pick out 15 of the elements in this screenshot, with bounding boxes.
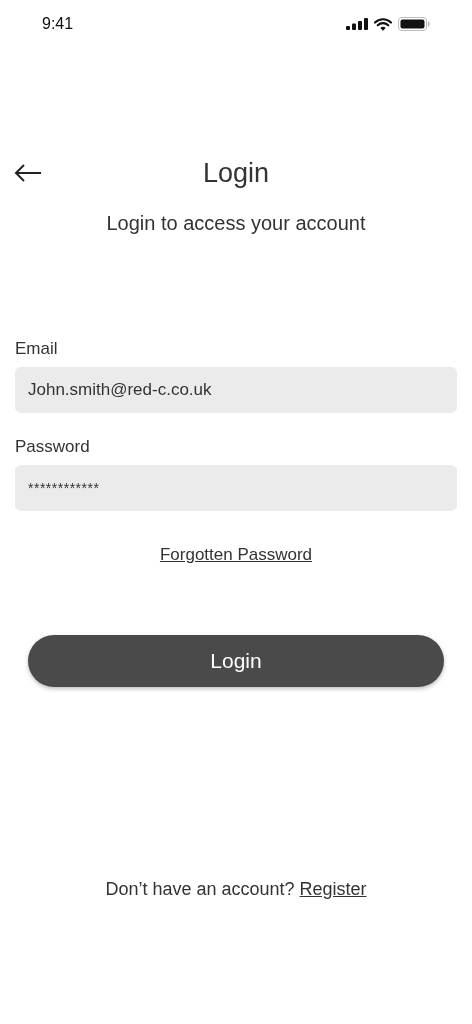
- register-prompt: Don’t have an account?: [105, 879, 295, 900]
- status-time: 9:41: [42, 15, 74, 33]
- page-title: Login: [202, 157, 270, 189]
- register-link[interactable]: Register: [299, 879, 367, 900]
- email-field[interactable]: John.smith@red-c.co.uk: [15, 367, 457, 413]
- password-field[interactable]: ************: [15, 465, 457, 511]
- field-label: Password: [15, 437, 91, 457]
- battery-icon: [398, 17, 430, 31]
- forgot-password-link[interactable]: Forgotten Password: [159, 545, 313, 564]
- subtitle: Login to access your account: [105, 212, 367, 235]
- signal-icon: [346, 18, 368, 30]
- field-label: Email: [15, 339, 59, 359]
- back-button[interactable]: [14, 164, 42, 182]
- wifi-icon: [374, 17, 392, 31]
- login-button[interactable]: Login: [28, 635, 444, 687]
